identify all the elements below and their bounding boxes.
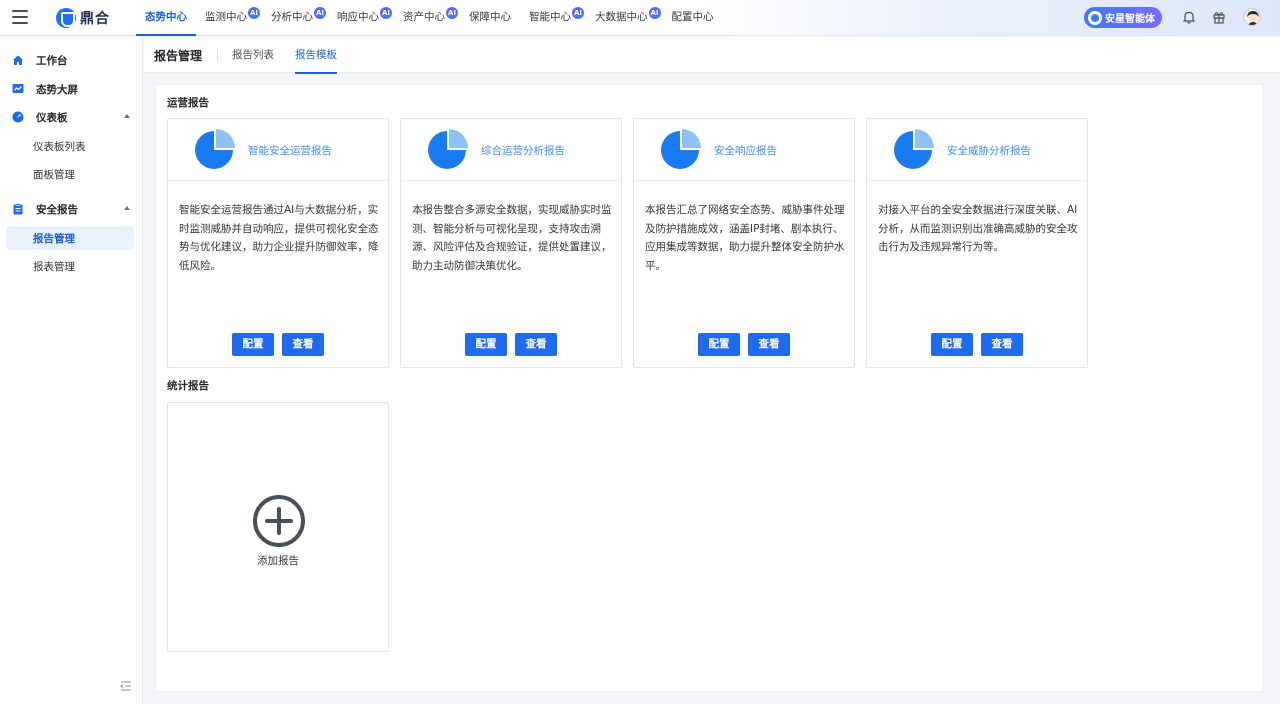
sidebar-item-situation-screen[interactable]: 态势大屏	[6, 77, 134, 101]
view-button[interactable]: 查看	[981, 333, 1023, 356]
top-bar: 鼎合 态势中心 监测中心 AI 分析中心 AI 响应中心 AI 资产中心 AI 保障中心…	[0, 0, 1280, 36]
report-template-panel: 运营报告 智能安全运营报告 智能安全运营报告通过AI与大数据分析，实时监测威胁并…	[155, 84, 1264, 692]
nav-item-asset-center[interactable]: 资产中心 AI	[394, 0, 458, 36]
ai-badge: AI	[314, 7, 326, 19]
agent-button[interactable]: 安星智能体	[1084, 7, 1162, 28]
shield-logo-icon	[56, 8, 76, 28]
sidebar-item-statement-management[interactable]: 报表管理	[6, 254, 134, 278]
card-title: 安全威胁分析报告	[947, 145, 1031, 157]
sidebar-item-dashboard[interactable]: 仪表板	[6, 105, 134, 129]
section-title-statistics: 统计报告	[167, 380, 209, 392]
report-template-card: 综合运营分析报告 本报告整合多源安全数据，实现威胁实时监测、智能分析与可视化呈现…	[400, 118, 622, 368]
config-button[interactable]: 配置	[698, 333, 740, 356]
agent-button-label: 安星智能体	[1105, 14, 1155, 25]
header-divider	[217, 49, 218, 61]
avatar-face-icon	[1244, 9, 1260, 25]
sidebar-item-report-management[interactable]: 报告管理	[6, 226, 134, 250]
user-avatar[interactable]	[1243, 8, 1261, 26]
section-title-operations: 运营报告	[167, 97, 209, 109]
ai-badge: AI	[248, 7, 260, 19]
sidebar-item-label: 工作台	[36, 54, 68, 67]
clipboard-report-icon	[13, 203, 23, 215]
card-header: 安全威胁分析报告	[867, 119, 1087, 181]
logo[interactable]: 鼎合	[56, 7, 110, 29]
view-button[interactable]: 查看	[515, 333, 557, 356]
gift-icon[interactable]	[1212, 10, 1226, 24]
ai-badge: AI	[648, 7, 661, 19]
sidebar-item-label: 报表管理	[33, 260, 75, 273]
sidebar-item-security-report[interactable]: 安全报告	[6, 197, 134, 221]
card-description: 本报告汇总了网络安全态势、威胁事件处理及防护措施成效，涵盖IP封堵、剧本执行、应…	[645, 204, 845, 272]
nav-item-assurance-center[interactable]: 保障中心	[460, 0, 520, 36]
chevron-up-icon	[124, 206, 130, 210]
card-header: 综合运营分析报告	[401, 119, 621, 181]
sidebar-item-workbench[interactable]: 工作台	[6, 48, 134, 72]
tab-report-list[interactable]: 报告列表	[232, 47, 274, 62]
sidebar-item-panel-management[interactable]: 面板管理	[6, 162, 134, 186]
pie-chart-icon	[894, 129, 934, 169]
page-header: 报告管理 报告列表 报告模板	[144, 37, 1280, 74]
ai-badge: AI	[572, 7, 584, 19]
card-title: 智能安全运营报告	[248, 145, 332, 157]
card-title: 综合运营分析报告	[481, 145, 565, 157]
nav-item-monitoring-center[interactable]: 监测中心 AI	[196, 0, 260, 36]
pie-chart-icon	[195, 129, 235, 169]
nav-item-response-center[interactable]: 响应中心 AI	[328, 0, 392, 36]
config-button[interactable]: 配置	[931, 333, 973, 356]
report-template-card: 智能安全运营报告 智能安全运营报告通过AI与大数据分析，实时监测威胁并自动响应，…	[167, 118, 389, 368]
card-header: 智能安全运营报告	[168, 119, 388, 181]
plus-circle-icon	[253, 495, 305, 547]
card-title: 安全响应报告	[714, 145, 777, 157]
nav-item-config-center[interactable]: 配置中心	[663, 0, 723, 36]
nav-item-analysis-center[interactable]: 分析中心 AI	[262, 0, 326, 36]
card-description: 智能安全运营报告通过AI与大数据分析，实时监测威胁并自动响应，提供可视化安全态势…	[179, 204, 379, 272]
dashboard-gauge-icon	[12, 111, 24, 123]
card-header: 安全响应报告	[634, 119, 854, 181]
hamburger-menu-icon[interactable]	[12, 10, 28, 24]
report-template-card: 安全响应报告 本报告汇总了网络安全态势、威胁事件处理及防护措施成效，涵盖IP封堵…	[633, 118, 855, 368]
sidebar-item-label: 报告管理	[33, 232, 75, 245]
page-title: 报告管理	[154, 49, 203, 63]
ai-badge: AI	[446, 7, 458, 19]
card-description: 本报告整合多源安全数据，实现威胁实时监测、智能分析与可视化呈现，支持攻击溯源、风…	[412, 204, 612, 272]
agent-logo-icon	[1088, 10, 1102, 25]
nav-item-situation-center[interactable]: 态势中心	[136, 0, 196, 36]
view-button[interactable]: 查看	[282, 333, 324, 356]
card-description: 对接入平台的全安全数据进行深度关联、AI分析，从而监测识别出准确高威胁的安全攻击…	[878, 204, 1078, 253]
nav-item-bigdata-center[interactable]: 大数据中心 AI	[586, 0, 661, 36]
pie-chart-icon	[428, 129, 468, 169]
collapse-sidebar-icon[interactable]	[120, 681, 132, 691]
sidebar-item-label: 仪表板列表	[33, 140, 86, 153]
bell-icon[interactable]	[1182, 10, 1196, 24]
chart-screen-icon	[12, 84, 24, 93]
sidebar-item-label: 安全报告	[36, 203, 78, 216]
tab-report-template[interactable]: 报告模板	[295, 47, 337, 74]
logo-text: 鼎合	[80, 11, 110, 27]
sidebar: 工作台 态势大屏 仪表板 仪表板列表 面板管理 安全报告 报告管理 报表管理	[0, 37, 143, 704]
sidebar-item-label: 面板管理	[33, 168, 75, 181]
ai-badge: AI	[380, 7, 392, 19]
config-button[interactable]: 配置	[465, 333, 507, 356]
report-template-card: 安全威胁分析报告 对接入平台的全安全数据进行深度关联、AI分析，从而监测识别出准…	[866, 118, 1088, 368]
add-report-card[interactable]: 添加报告	[167, 402, 389, 652]
main-nav: 态势中心 监测中心 AI 分析中心 AI 响应中心 AI 资产中心 AI 保障中心 智能…	[136, 0, 723, 36]
pie-chart-icon	[661, 129, 701, 169]
sidebar-item-label: 仪表板	[36, 111, 68, 124]
home-icon	[13, 55, 23, 65]
sidebar-item-dashboard-list[interactable]: 仪表板列表	[6, 134, 134, 158]
add-report-label: 添加报告	[257, 555, 299, 567]
nav-item-intelligence-center[interactable]: 智能中心 AI	[520, 0, 584, 36]
chevron-up-icon	[124, 114, 130, 118]
view-button[interactable]: 查看	[748, 333, 790, 356]
sidebar-item-label: 态势大屏	[36, 83, 78, 96]
config-button[interactable]: 配置	[232, 333, 274, 356]
